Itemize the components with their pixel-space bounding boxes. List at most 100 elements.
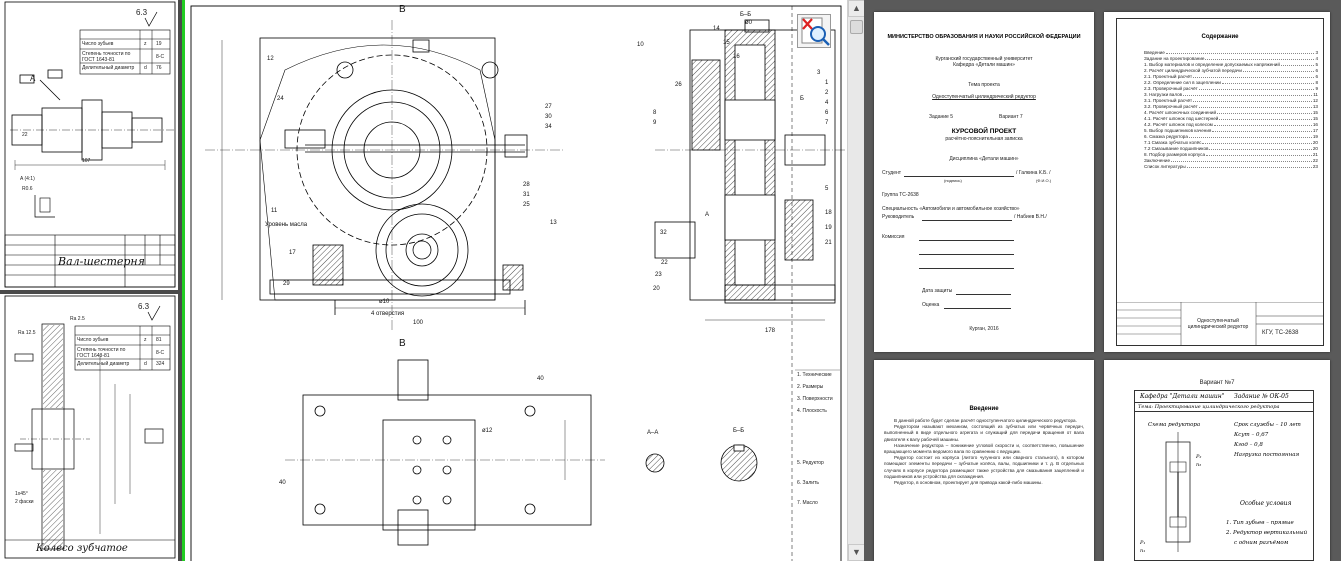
toc-title: Содержание — [1201, 34, 1239, 40]
student-name: / Галкина К.Б. / — [1016, 170, 1051, 176]
condition-line: 2. Редуктор вертикальный — [1226, 530, 1308, 536]
callout-34: 34 — [545, 124, 552, 130]
commission-line — [919, 240, 1014, 241]
condition-line: 1. Тип зубьев – прямые — [1226, 520, 1294, 526]
callout-28: 28 — [523, 182, 530, 188]
callout-2: 2 — [825, 90, 829, 96]
spec-row-label: Число зубьев — [77, 337, 109, 343]
left-drawing-sheet-top[interactable]: 6.3 Число зубьев z 19 Степень точности п… — [0, 0, 178, 290]
callout-9: 9 — [653, 120, 657, 126]
dim-top: ø0 — [745, 20, 753, 26]
commission-line — [919, 268, 1014, 269]
intro-paragraph: Редуктор, в основном, проектирует для пр… — [894, 480, 1043, 486]
spec-row-label: Степень точности по ГОСТ 1643-81 — [82, 51, 131, 63]
variant-text: Вариант 7 — [999, 114, 1023, 120]
stamp-code: КГУ, ТС-2638 — [1262, 330, 1299, 336]
detail-label: A (4:1) — [20, 176, 35, 182]
spec-row-label: Делительный диаметр — [77, 361, 130, 367]
spec-row-sym: z — [144, 337, 147, 343]
callout-31: 31 — [523, 192, 530, 198]
speciality-text: Специальность «Автомобили и автомобильно… — [882, 206, 1020, 212]
callout-23: 23 — [655, 272, 662, 278]
section-label-aa: А–А — [647, 430, 659, 436]
scheme-label: Схема редуктора — [1148, 422, 1201, 428]
supervisor-label: Руководитель — [882, 214, 915, 220]
spec-row-val: 324 — [156, 361, 165, 367]
power-2: P₂ — [1196, 454, 1202, 460]
spec-row-val: 8-С — [156, 54, 165, 60]
vertical-scrollbar[interactable]: ▲ ▼ — [847, 0, 865, 561]
dim-178: 178 — [765, 328, 776, 334]
callout-16: 16 — [733, 54, 740, 60]
tech-note: 7. Масло — [797, 500, 818, 506]
tech-note: 1. Технические — [797, 372, 832, 378]
callout-24: 24 — [277, 96, 284, 102]
condition-line: с одним разъёмом — [1234, 540, 1289, 546]
discipline-text: Дисциплина «Детали машин» — [949, 156, 1019, 162]
reducer-scheme — [1165, 432, 1191, 552]
callout-19: 19 — [825, 225, 832, 231]
callout-1: 1 — [825, 80, 829, 86]
spec-row-val: 76 — [156, 65, 162, 71]
thumbnail-title-page[interactable]: МИНИСТЕРСТВО ОБРАЗОВАНИЯ И НАУКИ РОССИЙС… — [874, 12, 1094, 352]
thumbnail-toc-page[interactable]: Содержание Введение 3 Задание на проектир… — [1104, 12, 1330, 352]
callout-29: 29 — [283, 281, 290, 287]
callout-18: 18 — [825, 210, 832, 216]
toc-item[interactable]: Список литературы 23 — [1144, 164, 1318, 170]
department-text: Кафедра «Детали машин» — [953, 62, 1015, 68]
section-mark-a: А — [705, 212, 710, 218]
dim-100: 100 — [413, 320, 424, 326]
dim-diameter: ø12 — [482, 428, 493, 434]
callout-21: 21 — [825, 240, 832, 246]
thumbnail-task-page[interactable]: Вариант №7 Кафедра "Детали машин" Задани… — [1104, 360, 1330, 561]
task-divider — [1134, 411, 1314, 412]
group-text: Группа ТС-2638 — [882, 192, 919, 198]
callout-5: 5 — [825, 186, 829, 192]
oil-level-label: Уровень масла — [265, 222, 308, 228]
tech-note: 3. Поверхности — [797, 396, 833, 402]
dimension-label: 107 — [82, 158, 91, 164]
intro-body: В данной работе будет сделан расчёт одно… — [884, 418, 1084, 486]
signature-hint: (подпись) — [944, 178, 962, 183]
thumbnail-intro-page[interactable]: Введение В данной работе будет сделан ра… — [874, 360, 1094, 561]
speed-1: n₁ — [1140, 548, 1146, 554]
callout-22: 22 — [661, 260, 668, 266]
dim-holes-count: 4 отверстия — [371, 311, 405, 317]
section-mark-b: Б — [800, 96, 804, 102]
callout-12: 12 — [267, 56, 274, 62]
tech-note: 2. Размеры — [797, 384, 824, 390]
intro-paragraph: Редуктором называют механизм, состоящий … — [884, 424, 1084, 442]
defense-line — [956, 294, 1011, 295]
task-text: Задание 5 — [929, 114, 954, 120]
student-underline — [904, 176, 1014, 177]
defense-label: Дата защиты — [922, 288, 953, 294]
toc-list: Введение 3 Задание на проектирование 4 1. … — [1144, 50, 1318, 170]
dim-holes: ø10 — [379, 299, 390, 305]
spec-row-val: 81 — [156, 337, 162, 343]
tech-note: 6. Залить — [797, 480, 819, 486]
spec-row-label: Делительный диаметр — [82, 65, 135, 71]
callout-14: 14 — [713, 26, 720, 32]
callout-3: 3 — [817, 70, 821, 76]
callout-26: 26 — [675, 82, 682, 88]
left-drawing-sheet-bottom[interactable]: 6.3 Число зубьев z 81 Степень точности п… — [0, 294, 178, 561]
task-variant: Вариант №7 — [1199, 380, 1235, 386]
callout-40: 40 — [279, 480, 286, 486]
commission-line — [919, 254, 1014, 255]
section-title-bb: Б–Б — [740, 12, 752, 18]
project-kind-sub: расчётно-пояснительная записка — [945, 136, 1023, 142]
assembly-drawing-sheet[interactable]: B 12 24 11 13 Уровень масла 17 29 27 30 … — [185, 0, 847, 561]
view-label: B — [399, 4, 406, 15]
callout-20: 20 — [653, 286, 660, 292]
roughness-label: Ra 12.5 — [18, 330, 36, 336]
scroll-up-arrow-icon[interactable]: ▲ — [848, 0, 865, 17]
callout-32: 32 — [660, 230, 667, 236]
task-number: Задание № ОК-05 — [1234, 393, 1289, 400]
dimension-label: 22 — [22, 132, 28, 138]
tech-note: 4. Плоскость — [797, 408, 827, 414]
callout-40: 40 — [537, 376, 544, 382]
zoom-magnifier-icon[interactable] — [797, 14, 831, 48]
intro-paragraph: Назначение редуктора – понижение угловой… — [884, 442, 1084, 455]
scroll-down-arrow-icon[interactable]: ▼ — [848, 544, 865, 561]
scroll-thumb[interactable] — [850, 20, 863, 34]
